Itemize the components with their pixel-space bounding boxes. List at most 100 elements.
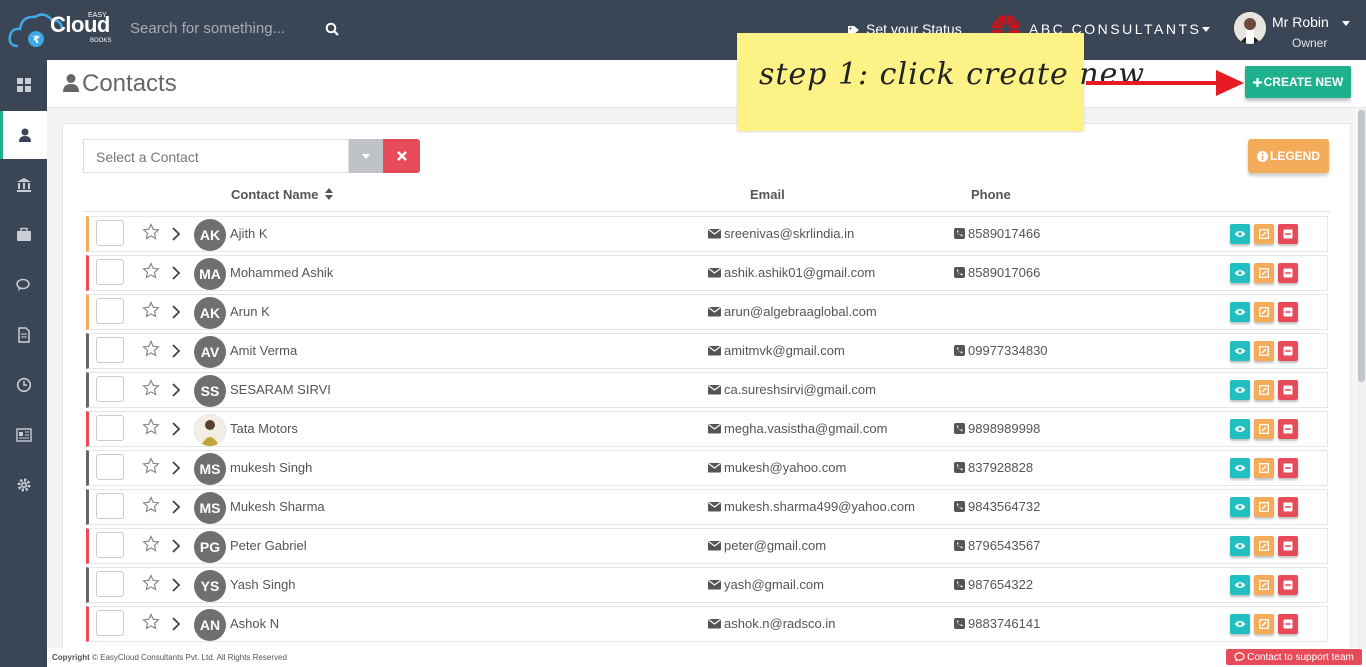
view-button[interactable] bbox=[1230, 380, 1250, 400]
row-checkbox[interactable] bbox=[96, 454, 124, 480]
star-icon[interactable] bbox=[142, 418, 160, 436]
create-new-button[interactable]: CREATE NEW bbox=[1245, 66, 1351, 98]
chevron-right-icon[interactable] bbox=[171, 422, 181, 436]
table-row[interactable]: SS SESARAM SIRVI ca.sureshsirvi@gmail.co… bbox=[86, 372, 1328, 408]
view-button[interactable] bbox=[1230, 575, 1250, 595]
app-logo[interactable]: ₹ EASY Cloud BOOKS bbox=[8, 6, 120, 52]
sidebar-item-bank[interactable] bbox=[0, 161, 47, 209]
chevron-right-icon[interactable] bbox=[171, 539, 181, 553]
clear-selection-button[interactable] bbox=[383, 139, 420, 173]
page-scrollbar[interactable] bbox=[1357, 108, 1366, 648]
sidebar-item-reports[interactable] bbox=[0, 411, 47, 459]
delete-button[interactable] bbox=[1278, 263, 1298, 283]
select-dropdown-button[interactable] bbox=[349, 139, 383, 173]
sidebar-item-settings[interactable] bbox=[0, 461, 47, 509]
chevron-right-icon[interactable] bbox=[171, 344, 181, 358]
view-button[interactable] bbox=[1230, 302, 1250, 322]
row-checkbox[interactable] bbox=[96, 220, 124, 246]
row-checkbox[interactable] bbox=[96, 259, 124, 285]
chevron-right-icon[interactable] bbox=[171, 227, 181, 241]
table-row[interactable]: MS Mukesh Sharma mukesh.sharma499@yahoo.… bbox=[86, 489, 1328, 525]
search-icon[interactable] bbox=[325, 22, 339, 36]
legend-button[interactable]: LEGEND bbox=[1248, 139, 1329, 173]
star-icon[interactable] bbox=[142, 457, 160, 475]
search-input[interactable]: Search for something... bbox=[130, 20, 340, 42]
contact-name[interactable]: Amit Verma bbox=[230, 343, 297, 358]
row-checkbox[interactable] bbox=[96, 415, 124, 441]
contact-name[interactable]: Mukesh Sharma bbox=[230, 499, 325, 514]
view-button[interactable] bbox=[1230, 536, 1250, 556]
delete-button[interactable] bbox=[1278, 458, 1298, 478]
delete-button[interactable] bbox=[1278, 419, 1298, 439]
contact-name[interactable]: Ajith K bbox=[230, 226, 268, 241]
sidebar-item-chat[interactable] bbox=[0, 261, 47, 309]
edit-button[interactable] bbox=[1254, 536, 1274, 556]
delete-button[interactable] bbox=[1278, 497, 1298, 517]
table-row[interactable]: PG Peter Gabriel peter@gmail.com 8796543… bbox=[86, 528, 1328, 564]
edit-button[interactable] bbox=[1254, 419, 1274, 439]
table-row[interactable]: Tata Motors megha.vasistha@gmail.com 989… bbox=[86, 411, 1328, 447]
star-icon[interactable] bbox=[142, 613, 160, 631]
delete-button[interactable] bbox=[1278, 224, 1298, 244]
edit-button[interactable] bbox=[1254, 380, 1274, 400]
sidebar-item-jobs[interactable] bbox=[0, 211, 47, 259]
user-menu[interactable]: Mr Robin Owner bbox=[1232, 10, 1362, 54]
delete-button[interactable] bbox=[1278, 302, 1298, 322]
view-button[interactable] bbox=[1230, 614, 1250, 634]
sidebar-item-time[interactable] bbox=[0, 361, 47, 409]
edit-button[interactable] bbox=[1254, 614, 1274, 634]
delete-button[interactable] bbox=[1278, 575, 1298, 595]
view-button[interactable] bbox=[1230, 497, 1250, 517]
delete-button[interactable] bbox=[1278, 614, 1298, 634]
row-checkbox[interactable] bbox=[96, 376, 124, 402]
contact-name[interactable]: Peter Gabriel bbox=[230, 538, 307, 553]
column-header-name[interactable]: Contact Name bbox=[231, 187, 334, 202]
star-icon[interactable] bbox=[142, 535, 160, 553]
edit-button[interactable] bbox=[1254, 341, 1274, 361]
row-checkbox[interactable] bbox=[96, 298, 124, 324]
table-row[interactable]: AK Arun K arun@algebraaglobal.com bbox=[86, 294, 1328, 330]
table-row[interactable]: AN Ashok N ashok.n@radsco.in 9883746141 bbox=[86, 606, 1328, 642]
contact-name[interactable]: mukesh Singh bbox=[230, 460, 312, 475]
scrollbar-thumb[interactable] bbox=[1358, 110, 1365, 382]
edit-button[interactable] bbox=[1254, 458, 1274, 478]
star-icon[interactable] bbox=[142, 223, 160, 241]
delete-button[interactable] bbox=[1278, 380, 1298, 400]
sidebar-item-contacts[interactable] bbox=[0, 111, 47, 159]
view-button[interactable] bbox=[1230, 341, 1250, 361]
edit-button[interactable] bbox=[1254, 575, 1274, 595]
delete-button[interactable] bbox=[1278, 341, 1298, 361]
contact-name[interactable]: Yash Singh bbox=[230, 577, 296, 592]
contact-name[interactable]: Tata Motors bbox=[230, 421, 298, 436]
sidebar-item-dashboard[interactable] bbox=[0, 61, 47, 109]
table-row[interactable]: MS mukesh Singh mukesh@yahoo.com 8379288… bbox=[86, 450, 1328, 486]
star-icon[interactable] bbox=[142, 574, 160, 592]
contact-select[interactable]: Select a Contact bbox=[83, 139, 349, 173]
contact-name[interactable]: Ashok N bbox=[230, 616, 279, 631]
view-button[interactable] bbox=[1230, 263, 1250, 283]
star-icon[interactable] bbox=[142, 379, 160, 397]
row-checkbox[interactable] bbox=[96, 493, 124, 519]
chevron-right-icon[interactable] bbox=[171, 617, 181, 631]
view-button[interactable] bbox=[1230, 458, 1250, 478]
edit-button[interactable] bbox=[1254, 497, 1274, 517]
support-button[interactable]: Contact to support team bbox=[1226, 649, 1362, 665]
table-row[interactable]: MA Mohammed Ashik ashik.ashik01@gmail.co… bbox=[86, 255, 1328, 291]
sidebar-item-documents[interactable] bbox=[0, 311, 47, 359]
edit-button[interactable] bbox=[1254, 302, 1274, 322]
row-checkbox[interactable] bbox=[96, 571, 124, 597]
table-row[interactable]: AK Ajith K sreenivas@skrlindia.in 858901… bbox=[86, 216, 1328, 252]
chevron-right-icon[interactable] bbox=[171, 383, 181, 397]
view-button[interactable] bbox=[1230, 224, 1250, 244]
contact-name[interactable]: SESARAM SIRVI bbox=[230, 382, 331, 397]
contact-name[interactable]: Mohammed Ashik bbox=[230, 265, 333, 280]
chevron-right-icon[interactable] bbox=[171, 305, 181, 319]
contact-name[interactable]: Arun K bbox=[230, 304, 270, 319]
view-button[interactable] bbox=[1230, 419, 1250, 439]
chevron-right-icon[interactable] bbox=[171, 500, 181, 514]
edit-button[interactable] bbox=[1254, 263, 1274, 283]
chevron-right-icon[interactable] bbox=[171, 578, 181, 592]
table-row[interactable]: YS Yash Singh yash@gmail.com 987654322 bbox=[86, 567, 1328, 603]
star-icon[interactable] bbox=[142, 340, 160, 358]
star-icon[interactable] bbox=[142, 301, 160, 319]
